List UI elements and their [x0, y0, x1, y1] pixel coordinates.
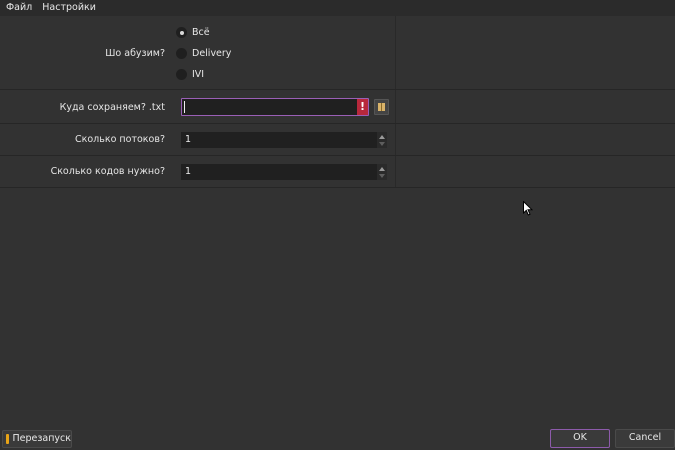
radio-ivi[interactable]: IVI — [176, 69, 204, 80]
threads-value: 1 — [185, 134, 192, 145]
menu-file[interactable]: Файл — [0, 0, 37, 16]
radio-delivery[interactable]: Delivery — [176, 48, 231, 59]
ok-button[interactable]: OK — [550, 429, 610, 448]
radio-delivery-label: Delivery — [192, 48, 232, 59]
save-label: Куда сохраняем? .txt — [59, 102, 165, 113]
threads-up-arrow-icon[interactable] — [379, 135, 385, 139]
folder-icon[interactable] — [374, 99, 389, 115]
radio-ivi-label: IVI — [192, 69, 205, 80]
radio-all-label: Всё — [192, 27, 210, 38]
radio-ivi-indicator — [176, 69, 187, 80]
folder-icon-glyph — [378, 103, 385, 111]
codes-spinbox[interactable]: 1 — [181, 164, 387, 180]
abuse-row: Шо абузим? Всё Delivery IVI — [0, 16, 675, 90]
threads-down-arrow-icon[interactable] — [379, 142, 385, 146]
radio-all[interactable]: Всё — [176, 27, 210, 38]
menu-bar: Файл Настройки — [0, 0, 675, 16]
restart-button[interactable]: Перезапуск — [2, 430, 72, 448]
codes-stepper[interactable] — [377, 164, 387, 180]
exclamation-icon: ! — [357, 99, 368, 115]
codes-up-arrow-icon[interactable] — [379, 167, 385, 171]
radio-delivery-indicator — [176, 48, 187, 59]
restart-label: Перезапуск — [12, 433, 71, 444]
codes-value: 1 — [185, 166, 192, 177]
threads-spinbox[interactable]: 1 — [181, 132, 387, 148]
menu-settings[interactable]: Настройки — [37, 0, 101, 16]
codes-label: Сколько кодов нужно? — [50, 166, 165, 177]
threads-label: Сколько потоков? — [75, 134, 165, 145]
radio-all-indicator — [176, 27, 187, 38]
save-path-input[interactable]: ! — [181, 98, 369, 116]
restart-icon — [6, 434, 10, 444]
abuse-label: Шо абузим? — [105, 48, 165, 59]
threads-stepper[interactable] — [377, 132, 387, 148]
cancel-button[interactable]: Cancel — [615, 429, 675, 448]
mouse-cursor-icon — [523, 201, 533, 216]
text-caret — [184, 101, 185, 113]
codes-down-arrow-icon[interactable] — [379, 174, 385, 178]
